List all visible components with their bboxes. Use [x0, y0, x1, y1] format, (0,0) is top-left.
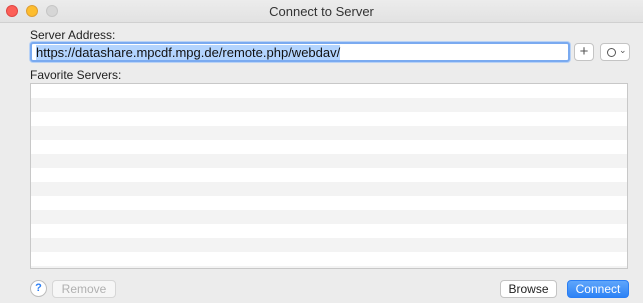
title-bar: Connect to Server: [0, 0, 643, 23]
clock-icon: [607, 48, 616, 57]
favorite-servers-list[interactable]: [30, 83, 628, 269]
browse-button[interactable]: Browse: [500, 280, 557, 298]
window-title: Connect to Server: [269, 4, 374, 19]
server-address-value: https://datashare.mpcdf.mpg.de/remote.ph…: [36, 45, 341, 60]
help-button[interactable]: ?: [30, 280, 47, 297]
add-favorite-button[interactable]: +: [574, 43, 594, 61]
recent-servers-button[interactable]: ⌄: [600, 43, 630, 61]
remove-button[interactable]: Remove: [52, 280, 116, 298]
favorite-servers-label: Favorite Servers:: [30, 68, 122, 82]
server-address-label: Server Address:: [30, 28, 116, 42]
server-address-input[interactable]: https://datashare.mpcdf.mpg.de/remote.ph…: [30, 42, 570, 62]
chevron-down-icon: ⌄: [619, 45, 627, 55]
connect-to-server-window: Connect to Server Server Address: https:…: [0, 0, 643, 303]
connect-button[interactable]: Connect: [567, 280, 629, 298]
